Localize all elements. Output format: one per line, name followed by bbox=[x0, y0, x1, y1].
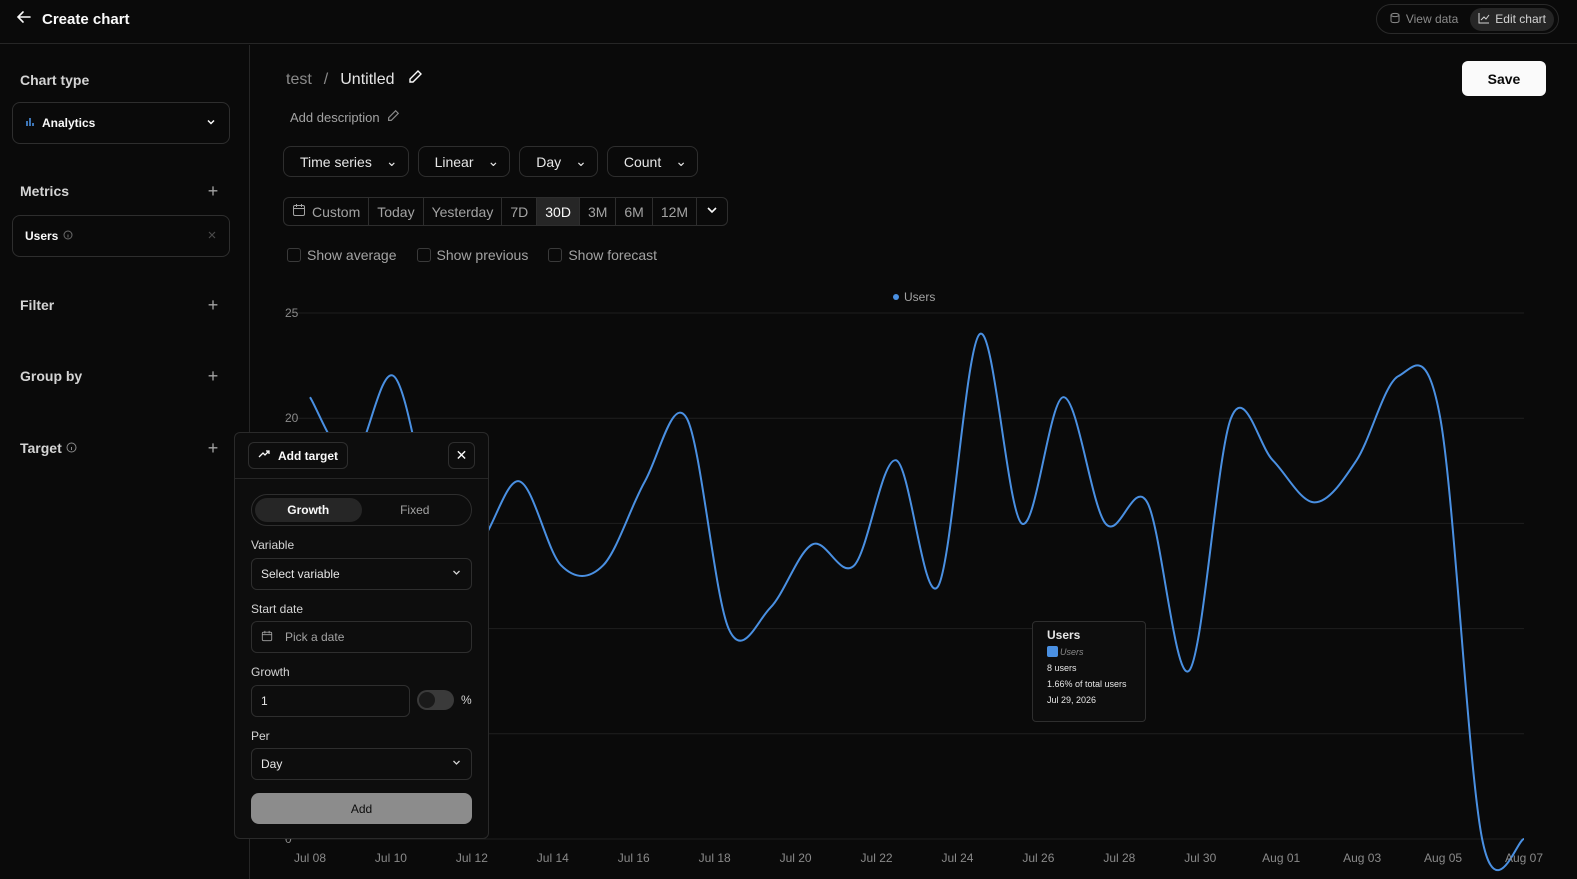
metric-item-users[interactable]: Users bbox=[12, 215, 230, 257]
date-range-selector: Custom Today Yesterday 7D 30D 3M 6M 12M bbox=[283, 197, 729, 226]
view-data-button[interactable]: View data bbox=[1381, 8, 1466, 31]
range-12m[interactable]: 12M bbox=[653, 198, 698, 225]
range-custom[interactable]: Custom bbox=[284, 198, 370, 225]
add-target-button[interactable]: + bbox=[205, 439, 221, 457]
tooltip-share: 1.66% of total users bbox=[1047, 679, 1127, 689]
info-icon bbox=[66, 440, 77, 456]
group-by-title: Group by bbox=[20, 368, 83, 384]
percent-label: % bbox=[461, 693, 472, 707]
chart-type-select[interactable]: Analytics bbox=[12, 102, 230, 144]
chevron-down-icon bbox=[205, 116, 217, 131]
per-label: Per bbox=[251, 729, 270, 743]
tab-fixed[interactable]: Fixed bbox=[362, 498, 469, 522]
metrics-title: Metrics bbox=[20, 183, 70, 199]
sidebar: Chart type Analytics Metrics + Users Fil… bbox=[0, 45, 250, 879]
variable-select[interactable]: Select variable bbox=[251, 558, 472, 590]
show-previous-checkbox[interactable]: Show previous bbox=[416, 247, 528, 263]
chart-toggles: Show average Show previous Show forecast bbox=[287, 247, 657, 263]
bar-chart-icon bbox=[25, 116, 36, 130]
toggle-knob bbox=[419, 692, 435, 708]
range-3m[interactable]: 3M bbox=[580, 198, 617, 225]
close-icon: ✕ bbox=[455, 447, 468, 463]
range-more-button[interactable] bbox=[697, 198, 727, 225]
view-mode-toggle: View data Edit chart bbox=[1375, 4, 1559, 34]
target-title: Target bbox=[20, 440, 77, 456]
tooltip-series: Users bbox=[1060, 646, 1084, 657]
range-6m[interactable]: 6M bbox=[616, 198, 653, 225]
checkbox-box bbox=[548, 248, 563, 262]
remove-metric-icon[interactable] bbox=[207, 229, 217, 243]
info-icon bbox=[63, 229, 73, 243]
add-group-by-button[interactable]: + bbox=[205, 367, 221, 385]
filter-title: Filter bbox=[20, 297, 55, 313]
growth-label: Growth bbox=[251, 665, 290, 679]
divider bbox=[235, 478, 488, 479]
tooltip-date: Jul 29, 2026 bbox=[1047, 695, 1097, 705]
edit-chart-button[interactable]: Edit chart bbox=[1470, 7, 1554, 31]
chevron-down-icon bbox=[451, 757, 462, 771]
back-button[interactable]: Create chart bbox=[16, 9, 130, 29]
chevron-down-icon: ⌄ bbox=[385, 153, 398, 169]
chart-tooltip: Users Users 8 users 1.66% of total users… bbox=[1032, 621, 1146, 722]
growth-input[interactable]: 1 bbox=[251, 685, 410, 717]
range-30d[interactable]: 30D bbox=[537, 198, 580, 225]
breadcrumb: test / Untitled bbox=[286, 69, 423, 90]
chart-name[interactable]: Untitled bbox=[340, 71, 394, 89]
chevron-down-icon: ⌄ bbox=[487, 153, 500, 169]
aggregation-select[interactable]: Count ⌄ bbox=[606, 146, 698, 177]
tooltip-value: 8 users bbox=[1047, 663, 1077, 673]
breadcrumb-project[interactable]: test bbox=[286, 71, 312, 89]
top-bar: Create chart View data Edit chart bbox=[0, 0, 1577, 44]
add-description[interactable]: Add description bbox=[290, 109, 400, 126]
checkbox-box bbox=[287, 248, 301, 262]
add-filter-button[interactable]: + bbox=[205, 296, 221, 314]
chart-icon bbox=[1478, 12, 1490, 27]
range-today[interactable]: Today bbox=[369, 198, 424, 225]
target-mode-tabs: Growth Fixed bbox=[251, 494, 472, 526]
calendar-icon bbox=[292, 203, 306, 220]
close-button[interactable]: ✕ bbox=[448, 442, 475, 469]
pencil-icon bbox=[386, 109, 400, 126]
pencil-icon[interactable] bbox=[407, 69, 423, 90]
series-swatch bbox=[1047, 646, 1058, 657]
show-average-checkbox[interactable]: Show average bbox=[287, 247, 397, 263]
add-target-submit-button[interactable]: Add bbox=[251, 793, 472, 824]
chevron-down-icon: ⌄ bbox=[575, 153, 587, 169]
chart-options: Time series ⌄ Linear ⌄ Day ⌄ Count ⌄ bbox=[283, 146, 698, 177]
calendar-icon bbox=[261, 630, 273, 645]
scale-select[interactable]: Linear ⌄ bbox=[417, 146, 511, 177]
add-metric-button[interactable]: + bbox=[205, 182, 221, 200]
database-icon bbox=[1389, 12, 1401, 27]
variable-label: Variable bbox=[251, 538, 295, 552]
breadcrumb-separator: / bbox=[323, 70, 329, 88]
start-date-label: Start date bbox=[251, 602, 304, 616]
chevron-down-icon bbox=[451, 567, 462, 581]
save-button[interactable]: Save bbox=[1462, 61, 1546, 96]
interval-select[interactable]: Day ⌄ bbox=[519, 146, 598, 177]
start-date-picker[interactable]: Pick a date bbox=[251, 621, 472, 653]
page-title: Create chart bbox=[42, 10, 130, 28]
chart-type-title: Chart type bbox=[20, 72, 90, 88]
percent-toggle[interactable] bbox=[417, 690, 454, 710]
per-select[interactable]: Day bbox=[251, 748, 472, 780]
arrow-left-icon bbox=[16, 9, 32, 29]
trending-up-icon bbox=[258, 448, 270, 463]
chart-mode-select[interactable]: Time series ⌄ bbox=[283, 146, 409, 177]
range-yesterday[interactable]: Yesterday bbox=[424, 198, 503, 225]
chevron-down-icon bbox=[705, 203, 719, 220]
chevron-down-icon: ⌄ bbox=[675, 153, 687, 169]
show-forecast-checkbox[interactable]: Show forecast bbox=[548, 247, 657, 263]
add-target-panel: Add target ✕ Growth Fixed Variable Selec… bbox=[234, 432, 489, 839]
add-target-title: Add target bbox=[248, 442, 348, 469]
range-7d[interactable]: 7D bbox=[502, 198, 538, 225]
checkbox-box bbox=[416, 248, 431, 262]
tab-growth[interactable]: Growth bbox=[255, 498, 362, 522]
tooltip-title: Users bbox=[1047, 628, 1081, 642]
